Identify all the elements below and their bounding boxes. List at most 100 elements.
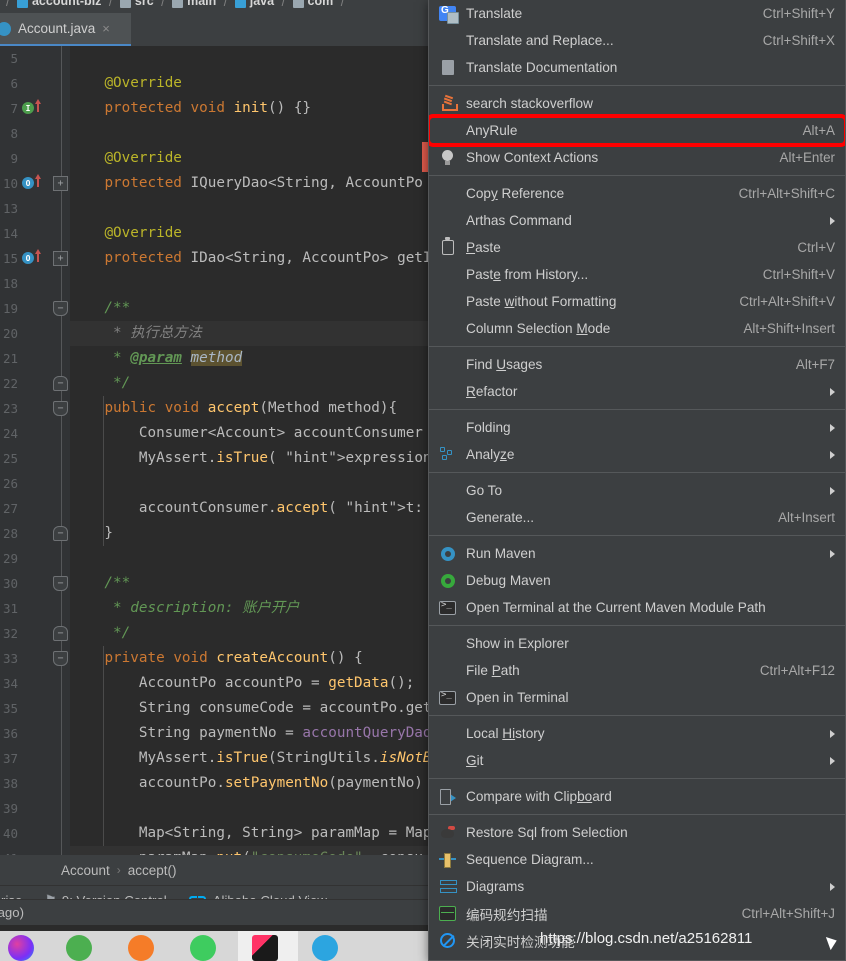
taskbar-icon-idea[interactable] [252, 935, 278, 961]
fold-expand-icon[interactable]: + [53, 176, 68, 191]
breadcrumb-item-4[interactable]: com [308, 0, 334, 8]
close-icon[interactable]: × [102, 21, 110, 36]
code-line[interactable]: @Override [70, 221, 181, 246]
override-arrow-icon[interactable] [35, 249, 41, 262]
fold-gutter[interactable]: + + − − − − − − − [52, 46, 70, 855]
taskbar-icon-telegram[interactable] [312, 935, 338, 961]
menu-item-search-stackoverflow[interactable]: search stackoverflow [429, 90, 845, 117]
code-line[interactable]: protected IDao<String, AccountPo> getI [70, 246, 430, 271]
fold-collapse-icon[interactable]: − [53, 651, 68, 666]
override-arrow-icon[interactable] [35, 174, 41, 187]
implements-marker-icon[interactable]: O [22, 252, 34, 264]
implements-marker-icon[interactable]: I [22, 102, 34, 114]
menu-item-refactor[interactable]: Refactor [429, 378, 845, 405]
menu-item-sequence-diagram[interactable]: Sequence Diagram... [429, 846, 845, 873]
menu-item-diagrams[interactable]: Diagrams [429, 873, 845, 900]
override-arrow-icon[interactable] [35, 99, 41, 112]
code-line[interactable]: AccountPo accountPo = getData(); [70, 671, 414, 696]
menu-item-show-in-explorer[interactable]: Show in Explorer [429, 630, 845, 657]
code-line[interactable]: @Override [70, 146, 181, 171]
code-line[interactable]: * @param method [70, 346, 243, 371]
menu-item-compare-with-clipboard[interactable]: Compare with Clipboard [429, 783, 845, 810]
code-line[interactable]: @Override [70, 71, 181, 96]
fold-collapse-icon[interactable]: − [53, 301, 68, 316]
menu-item-file-path[interactable]: File Path Ctrl+Alt+F12 [429, 657, 845, 684]
implements-marker-icon[interactable]: O [22, 177, 34, 189]
menu-item-translate-and-replace[interactable]: Translate and Replace... Ctrl+Shift+X [429, 27, 845, 54]
menu-item-translate-documentation[interactable]: Translate Documentation [429, 54, 845, 81]
menu-item-run-maven[interactable]: Run Maven [429, 540, 845, 567]
code-line[interactable]: * 执行总方法 [70, 321, 202, 346]
override-gutter-icon[interactable]: O [22, 246, 48, 271]
fold-expand-icon[interactable]: + [53, 251, 68, 266]
code-line[interactable]: * description: 账户开户 [70, 596, 299, 621]
breadcrumb-method[interactable]: accept() [128, 863, 177, 878]
code-line[interactable]: Map<String, String> paramMap = Map [70, 821, 430, 846]
code-line[interactable]: /** [70, 571, 130, 596]
menu-item-arthas-command[interactable]: Arthas Command [429, 207, 845, 234]
context-menu[interactable]: Translate Ctrl+Shift+Y Translate and Repla… [428, 0, 846, 961]
menu-item-translate[interactable]: Translate Ctrl+Shift+Y [429, 0, 845, 27]
code-line[interactable]: MyAssert.isTrue(StringUtils.isNotB [70, 746, 430, 771]
code-line[interactable]: */ [70, 621, 130, 646]
tab-account-java[interactable]: Account.java × [0, 13, 131, 46]
menu-item-copy-reference[interactable]: Copy Reference Ctrl+Alt+Shift+C [429, 180, 845, 207]
code-line[interactable]: protected IQueryDao<String, AccountPo [70, 171, 422, 196]
menu-item-open-in-terminal[interactable]: Open in Terminal [429, 684, 845, 711]
menu-item-create-gist[interactable]: Create Gist... [429, 954, 845, 960]
menu-item-paste-from-history[interactable]: Paste from History... Ctrl+Shift+V [429, 261, 845, 288]
menu-item-generate[interactable]: Generate... Alt+Insert [429, 504, 845, 531]
menu-item-debug-maven[interactable]: Debug Maven [429, 567, 845, 594]
code-line[interactable]: */ [70, 371, 130, 396]
override-gutter-icon[interactable]: O [22, 171, 48, 196]
breadcrumb-class[interactable]: Account [61, 863, 110, 878]
code-line[interactable]: protected void init() {} [70, 96, 311, 121]
breadcrumb-item-3[interactable]: java [250, 0, 274, 8]
menu-item-restore-sql-from-selection[interactable]: Restore Sql from Selection [429, 819, 845, 846]
code-line[interactable]: public void accept(Method method){ [70, 396, 397, 421]
fold-end-icon[interactable]: − [53, 626, 68, 641]
menu-item-label: Go To [466, 483, 503, 498]
taskbar-icon-2[interactable] [66, 935, 92, 961]
fold-collapse-icon[interactable]: − [53, 576, 68, 591]
menu-item-open-terminal-at-the-current-maven-module-path[interactable]: Open Terminal at the Current Maven Modul… [429, 594, 845, 621]
code-text-area[interactable]: @Override protected void init() {} @Over… [70, 46, 430, 855]
menu-item-label: search stackoverflow [466, 96, 593, 111]
menu-item-paste-without-formatting[interactable]: Paste without Formatting Ctrl+Alt+Shift+V [429, 288, 845, 315]
code-line[interactable]: MyAssert.isTrue( "hint">expression: acco… [70, 446, 430, 471]
breadcrumb-item-2[interactable]: main [187, 0, 216, 8]
menu-item-analyze[interactable]: Analyze [429, 441, 845, 468]
menu-item-find-usages[interactable]: Find Usages Alt+F7 [429, 351, 845, 378]
code-line[interactable]: paramMap.put("consumeCode", consu [70, 846, 423, 855]
menu-item-column-selection-mode[interactable]: Column Selection Mode Alt+Shift+Insert [429, 315, 845, 342]
override-gutter-icon[interactable]: I [22, 96, 48, 121]
taskbar-icon-1[interactable] [8, 935, 34, 961]
menu-item-folding[interactable]: Folding [429, 414, 845, 441]
code-editor[interactable]: 5 6 7 I 8 9 10 O 13 14 15 O 18 19 20 21 22 23 24 25 26 27 28 29… [0, 46, 430, 855]
fold-end-icon[interactable]: − [53, 376, 68, 391]
menu-item-label: Folding [466, 420, 511, 435]
menu-item-[interactable]: 编码规约扫描 Ctrl+Alt+Shift+J [429, 900, 845, 927]
code-line[interactable]: } [70, 521, 113, 546]
menu-item-paste[interactable]: Paste Ctrl+V [429, 234, 845, 261]
code-line[interactable]: private void createAccount() { [70, 646, 362, 671]
code-line[interactable]: String paymentNo = accountQueryDao [70, 721, 430, 746]
code-line[interactable]: accountPo.setPaymentNo(paymentNo) [70, 771, 423, 796]
breadcrumb-item-0[interactable]: account-biz [32, 0, 101, 8]
menu-item-show-context-actions[interactable]: Show Context Actions Alt+Enter [429, 144, 845, 171]
fold-collapse-icon[interactable]: − [53, 401, 68, 416]
menu-item-git[interactable]: Git [429, 747, 845, 774]
code-line[interactable]: accountConsumer.accept( "hint">t: this); [70, 496, 430, 521]
code-line[interactable]: /** [70, 296, 130, 321]
taskbar-icon-wechat[interactable] [190, 935, 216, 961]
menu-item-go-to[interactable]: Go To [429, 477, 845, 504]
breadcrumb-item-1[interactable]: src [135, 0, 154, 8]
structure-breadcrumb[interactable]: Account › accept() [0, 855, 430, 885]
menu-item-anyrule[interactable]: AnyRule Alt+A [429, 115, 845, 146]
fold-end-icon[interactable]: − [53, 526, 68, 541]
taskbar-icon-3[interactable] [128, 935, 154, 961]
code-line[interactable]: Consumer<Account> accountConsumer [70, 421, 423, 446]
menu-item-local-history[interactable]: Local History [429, 720, 845, 747]
code-line[interactable]: String consumeCode = accountPo.get [70, 696, 430, 721]
line-number-gutter[interactable]: 5 6 7 I 8 9 10 O 13 14 15 O 18 19 20 21 22 23 24 25 26 27 28 29… [0, 46, 52, 855]
